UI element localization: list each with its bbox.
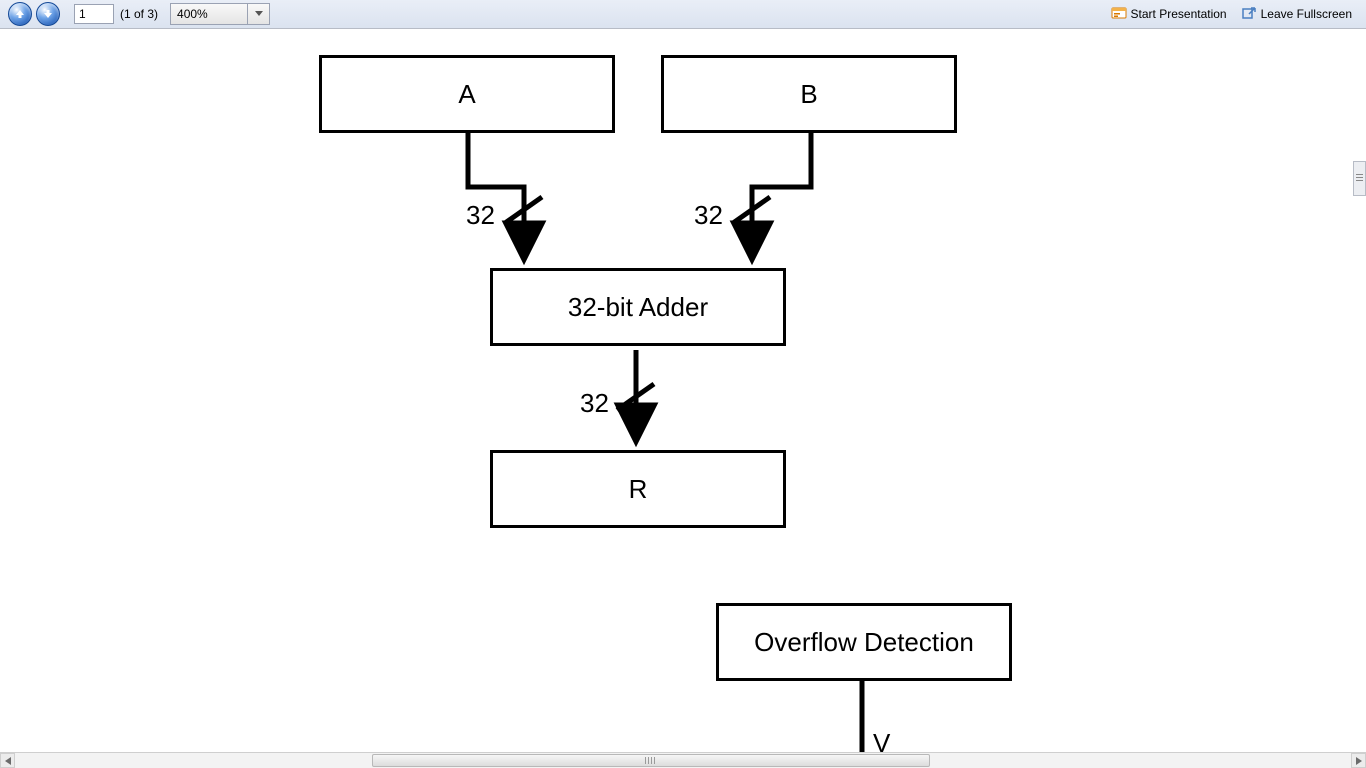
block-adder: 32-bit Adder (490, 268, 786, 346)
zoom-combo[interactable] (170, 3, 270, 25)
document-viewport[interactable]: 32 32 32 V A B 32-bit Adder R Overflow D… (0, 30, 1366, 753)
overflow-output-v: V (873, 728, 890, 753)
chevron-right-icon (1356, 757, 1362, 765)
block-overflow: Overflow Detection (716, 603, 1012, 681)
leave-fullscreen-icon (1241, 6, 1257, 22)
scroll-thumb[interactable] (372, 754, 930, 767)
chevron-left-icon (5, 757, 11, 765)
scroll-right-button[interactable] (1351, 753, 1366, 768)
chevron-down-icon (255, 11, 263, 17)
presentation-toolbar: (1 of 3) Start Presentation Leave Fullsc… (0, 0, 1366, 29)
zoom-dropdown-button[interactable] (248, 3, 270, 25)
horizontal-scrollbar[interactable] (0, 752, 1366, 768)
vertical-pager-handle[interactable] (1353, 161, 1366, 196)
leave-fullscreen-label: Leave Fullscreen (1261, 7, 1352, 21)
block-r: R (490, 450, 786, 528)
block-b: B (661, 55, 957, 133)
start-presentation-label: Start Presentation (1131, 7, 1227, 21)
arrow-down-icon (43, 9, 53, 19)
prev-page-button[interactable] (8, 2, 32, 26)
presentation-icon (1111, 6, 1127, 22)
scroll-thumb-grip-icon (645, 757, 657, 764)
bus-width-a: 32 (466, 200, 495, 231)
diagram-connectors (0, 30, 1366, 753)
arrow-up-icon (15, 9, 25, 19)
page-number-input[interactable] (74, 4, 114, 24)
scroll-left-button[interactable] (0, 753, 15, 768)
bus-width-b: 32 (694, 200, 723, 231)
next-page-button[interactable] (36, 2, 60, 26)
zoom-input[interactable] (170, 3, 248, 25)
scroll-track[interactable] (15, 753, 1351, 768)
leave-fullscreen-button[interactable]: Leave Fullscreen (1235, 2, 1358, 26)
start-presentation-button[interactable]: Start Presentation (1105, 2, 1233, 26)
block-a: A (319, 55, 615, 133)
pager-grip-icon (1356, 174, 1363, 183)
page-count-label: (1 of 3) (120, 7, 158, 21)
bus-width-r: 32 (580, 388, 609, 419)
slide-content: 32 32 32 V A B 32-bit Adder R Overflow D… (0, 30, 1366, 753)
